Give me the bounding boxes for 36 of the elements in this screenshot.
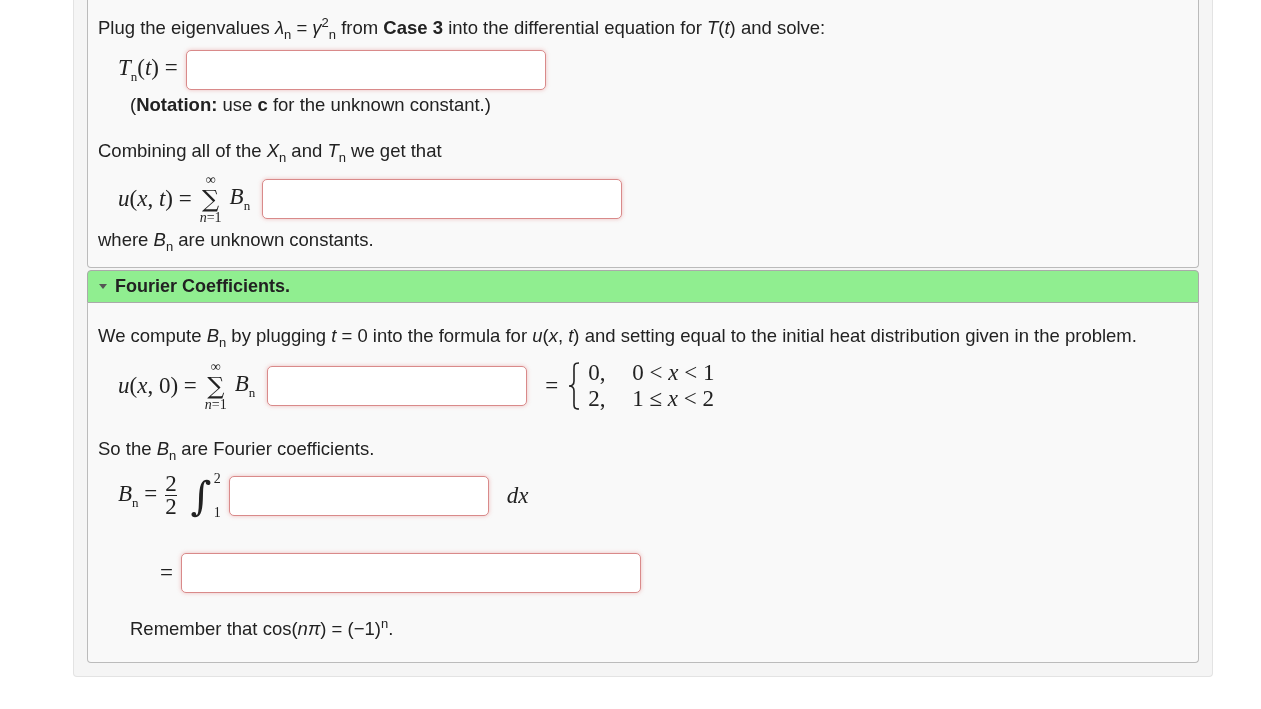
paragraph: Combining all of the X$_{n}$ and T$_{n}$ we get that xyxy=(98,138,443,167)
differential-label: dx xyxy=(506,482,529,509)
note-text: (Notation: use c for the unknown constant.) xyxy=(129,92,492,117)
fraction-numerator: 2 xyxy=(165,473,177,496)
coefficient-label: B$_{n}$ xyxy=(234,371,256,401)
section-header[interactable]: Fourier Coefficients. xyxy=(87,270,1199,304)
answer-field[interactable] xyxy=(185,49,546,90)
integral-upper-limit: 2 xyxy=(213,470,221,487)
sum-upper-limit: ∞ xyxy=(205,172,216,187)
equation-label: B$_{n}$ = xyxy=(118,480,158,511)
answer-field[interactable] xyxy=(181,552,641,593)
sum-symbol: ∑ xyxy=(202,186,220,211)
case-condition: 1 ≤ x < 2 xyxy=(632,385,715,412)
fraction-denominator: 2 xyxy=(165,495,177,519)
case-value: 0, xyxy=(588,359,607,386)
paragraph: So the B$_{n}$ are Fourier coefficients. xyxy=(98,436,376,465)
answer-field[interactable] xyxy=(262,178,623,219)
sum-symbol: ∑ xyxy=(207,373,225,398)
equals-sign: = xyxy=(160,559,173,586)
equation-label: u(x, t) = xyxy=(118,185,192,212)
note-text: Remember that cos(nπ) = (−1)$^{n}$. xyxy=(129,614,395,641)
coefficient-label: B$_{n}$ xyxy=(229,183,251,214)
paragraph: where B$_{n}$ are unknown constants. xyxy=(98,227,375,256)
equals-sign: = xyxy=(545,372,559,399)
brace-icon xyxy=(568,361,581,410)
case-condition: 0 < x < 1 xyxy=(632,359,715,386)
sum-upper-limit: ∞ xyxy=(210,359,221,374)
answer-field[interactable] xyxy=(267,365,528,406)
case-value: 2, xyxy=(588,385,607,412)
integral-symbol: ∫ xyxy=(190,475,212,516)
equation-label: u(x, 0) = xyxy=(118,372,197,399)
answer-field[interactable] xyxy=(228,475,489,516)
equation-label: T$_{n}$(t) = xyxy=(118,55,178,85)
paragraph: We compute B$_{n}$ by plugging t = 0 into the formula for u(x, t) and setting equal to the initial heat distribution given in the problem. xyxy=(98,324,1138,352)
integral-lower-limit: 1 xyxy=(213,504,221,521)
paragraph: Plug the eigenvalues λ$_{n}$ = γ$^{2}$$_{n}$ from Case 3 into the differential equation for T(t) and solve: xyxy=(98,14,827,44)
